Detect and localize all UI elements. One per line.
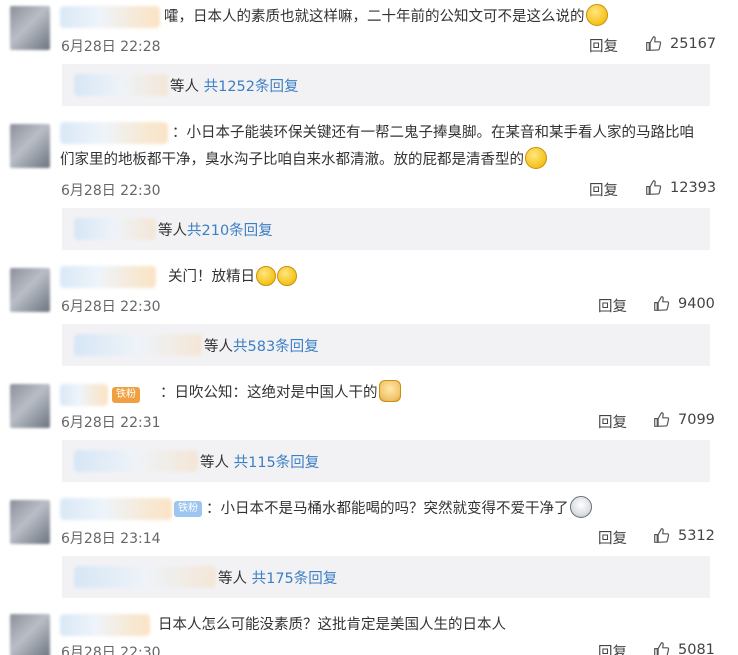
doge-emoji-icon — [378, 380, 401, 402]
grin-emoji-icon — [256, 266, 276, 286]
comment-text: 日本人怎么可能没素质？这批肯定是美国人生的日本人 — [158, 617, 506, 633]
sub-reply-who: 等人 — [204, 339, 233, 355]
reply-button[interactable]: 回复 — [598, 295, 627, 316]
thumbs-up-icon — [646, 180, 662, 195]
comment-date: 6月28日 22:31 — [61, 415, 161, 431]
sub-reply-users — [74, 218, 156, 240]
comment-date: 6月28日 22:30 — [61, 183, 161, 199]
like-button[interactable]: 5081 — [653, 641, 715, 655]
reply-button[interactable]: 回复 — [589, 179, 618, 200]
comment-text: 嚯，日本人的素质也就这样嘛，二十年前的公知文可不是这么说的 — [164, 4, 608, 30]
like-button[interactable]: 25167 — [645, 35, 716, 52]
like-count: 5312 — [678, 527, 715, 544]
sub-reply-who: 等人 — [158, 223, 187, 239]
thumbs-up-icon — [654, 528, 670, 543]
avatar[interactable] — [10, 6, 50, 50]
like-button[interactable]: 7099 — [653, 411, 715, 428]
sub-reply-count-link[interactable]: 共175条回复 — [252, 571, 338, 587]
like-button[interactable]: 5312 — [653, 527, 715, 544]
sub-replies[interactable]: 等人共583条回复 — [62, 324, 710, 366]
like-count: 12393 — [670, 179, 717, 196]
thinking-emoji-icon — [585, 4, 608, 26]
avatar[interactable] — [10, 500, 50, 544]
sub-reply-users — [74, 334, 202, 356]
comment-text: 关门！放精日 — [168, 264, 297, 290]
shocked-emoji-icon — [569, 496, 592, 518]
sub-reply-who: 等人 — [170, 79, 199, 95]
comment-text-line2: 们家里的地板都干净，臭水沟子比咱自来水都清澈。放的屁都是清香型的 — [60, 147, 547, 173]
reply-button[interactable]: 回复 — [589, 35, 618, 56]
comment-date: 6月28日 22:28 — [61, 39, 161, 55]
fan-badge: 铁粉 — [112, 387, 140, 403]
grin-emoji-icon — [277, 266, 297, 286]
reply-button[interactable]: 回复 — [598, 641, 627, 655]
reply-button[interactable]: 回复 — [598, 411, 627, 432]
sub-replies[interactable]: 等人 共175条回复 — [62, 556, 710, 598]
sub-reply-users — [74, 74, 168, 96]
like-button[interactable]: 9400 — [653, 295, 715, 312]
like-count: 25167 — [670, 35, 717, 52]
sub-reply-users — [74, 450, 198, 472]
sweat-emoji-icon — [525, 147, 547, 169]
like-count: 9400 — [678, 295, 715, 312]
sub-reply-who: 等人 — [200, 455, 229, 471]
sub-reply-users — [74, 566, 216, 588]
sub-reply-count-link[interactable]: 共1252条回复 — [204, 79, 299, 95]
thumbs-up-icon — [654, 412, 670, 427]
username[interactable] — [60, 614, 150, 636]
sub-replies[interactable]: 等人 共115条回复 — [62, 440, 710, 482]
avatar[interactable] — [10, 384, 50, 428]
comment-text: ：日吹公知：这绝对是中国人干的 — [160, 380, 401, 406]
thumbs-up-icon — [646, 36, 662, 51]
thumbs-up-icon — [654, 296, 670, 311]
like-button[interactable]: 12393 — [645, 179, 716, 196]
username[interactable] — [60, 266, 156, 288]
reply-button[interactable]: 回复 — [598, 527, 627, 548]
username[interactable] — [60, 498, 172, 520]
sub-replies[interactable]: 等人共210条回复 — [62, 208, 710, 250]
sub-replies[interactable]: 等人 共1252条回复 — [62, 64, 710, 106]
avatar[interactable] — [10, 268, 50, 312]
like-count: 7099 — [678, 411, 715, 428]
sub-reply-count-link[interactable]: 共210条回复 — [187, 223, 273, 239]
comment-date: 6月28日 22:30 — [61, 299, 161, 315]
comment-date: 6月28日 23:14 — [61, 531, 161, 547]
comment-date: 6月28日 22:30 — [61, 645, 161, 655]
thumbs-up-icon — [654, 642, 670, 655]
username[interactable] — [60, 122, 168, 144]
sub-reply-count-link[interactable]: 共583条回复 — [233, 339, 319, 355]
comment-text: ：小日本不是马桶水都能喝的吗？突然就变得不爱干净了 — [206, 496, 592, 522]
username[interactable] — [60, 384, 108, 406]
sub-reply-who: 等人 — [218, 571, 247, 587]
like-count: 5081 — [678, 641, 715, 655]
comment-text: ：小日本子能装环保关键还有一帮二鬼子捧臭脚。在某音和某手看人家的马路比咱 — [172, 125, 694, 141]
avatar[interactable] — [10, 124, 50, 168]
username[interactable] — [60, 6, 160, 28]
fan-badge: 铁粉 — [174, 501, 202, 517]
avatar[interactable] — [10, 614, 50, 655]
sub-reply-count-link[interactable]: 共115条回复 — [234, 455, 320, 471]
